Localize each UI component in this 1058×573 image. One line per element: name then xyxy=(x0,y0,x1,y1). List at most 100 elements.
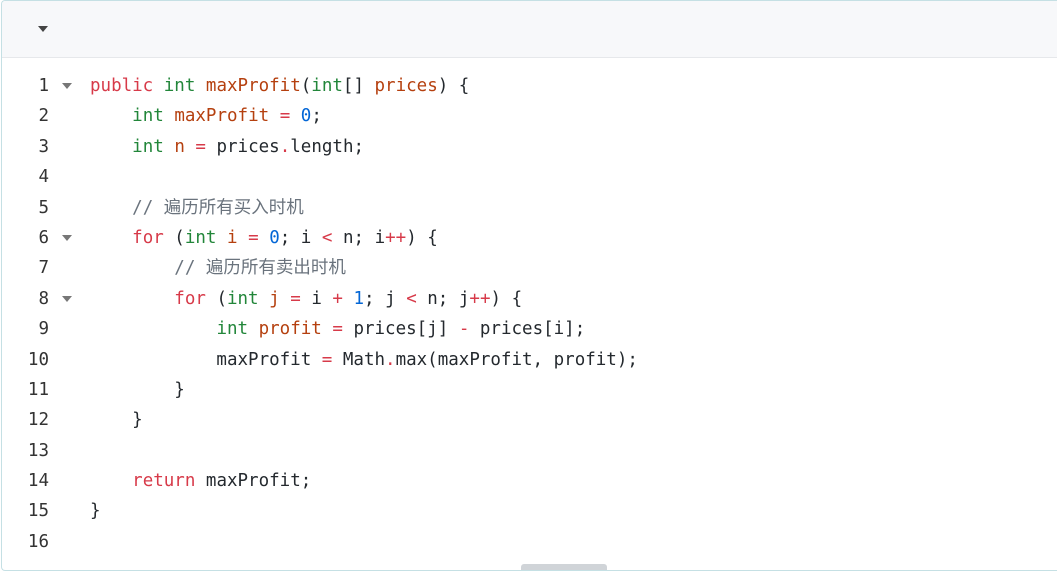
code-token: i xyxy=(227,227,238,248)
code-token: j xyxy=(269,288,280,309)
code-token: ( xyxy=(300,76,312,96)
line-number: 12 xyxy=(27,410,49,431)
code-text: for (int i = 0; i < n; i++) { xyxy=(90,223,438,253)
code-token: ; j xyxy=(364,288,407,309)
code-token: 0 xyxy=(300,106,312,127)
code-token: ; xyxy=(311,106,322,127)
horizontal-scrollbar[interactable] xyxy=(521,564,607,570)
code-line: 2 int maxProfit = 0; xyxy=(2,101,1057,131)
code-token: = xyxy=(279,106,291,127)
fold-arrow-icon[interactable] xyxy=(62,234,72,241)
code-token: int xyxy=(184,227,217,248)
code-token: i xyxy=(300,288,333,309)
code-token: int xyxy=(132,106,164,127)
code-token: prices[j] xyxy=(342,319,459,340)
code-line: 9 int profit = prices[j] - prices[i]; xyxy=(2,314,1057,344)
line-number: 10 xyxy=(27,349,49,370)
line-number: 9 xyxy=(38,319,49,340)
code-token: // 遍历所有买入时机 xyxy=(132,197,304,218)
code-token: ) { xyxy=(437,76,470,96)
code-token: - xyxy=(458,319,470,340)
code-line: 6 for (int i = 0; i < n; i++) { xyxy=(2,223,1057,253)
code-token: n; j xyxy=(416,288,470,309)
code-token: prices[i]; xyxy=(469,319,586,340)
code-editor[interactable]: 1 public int maxProfit(int[] prices) {2 i… xyxy=(2,71,1057,557)
code-line: 11 } xyxy=(2,375,1057,405)
line-number: 15 xyxy=(27,501,49,522)
code-token: + xyxy=(332,288,343,309)
line-number: 7 xyxy=(38,258,49,279)
code-token: = xyxy=(290,288,301,309)
code-token: ( xyxy=(205,288,227,309)
code-line: 5 // 遍历所有买入时机 xyxy=(2,193,1057,223)
fold-arrow-icon[interactable] xyxy=(62,295,72,302)
code-line: 15} xyxy=(2,496,1057,526)
code-token: } xyxy=(90,501,101,522)
code-token: int xyxy=(216,319,249,340)
code-token: } xyxy=(90,410,143,431)
code-token: for xyxy=(132,227,164,248)
code-token: = xyxy=(248,227,259,248)
code-token: int xyxy=(163,76,196,96)
code-token: < xyxy=(321,227,333,248)
line-number: 4 xyxy=(38,167,49,188)
line-number: 16 xyxy=(27,531,49,552)
code-token: // 遍历所有卖出时机 xyxy=(174,258,346,279)
line-number: 8 xyxy=(38,288,49,309)
code-token: n xyxy=(174,136,185,157)
code-token: return xyxy=(132,471,196,492)
code-token: = xyxy=(195,136,206,157)
code-text: // 遍历所有买入时机 xyxy=(90,193,304,223)
code-token: [] xyxy=(342,76,375,96)
code-token: maxProfit; xyxy=(195,471,312,492)
code-token: profit xyxy=(258,319,322,340)
code-token: = xyxy=(332,319,343,340)
code-token: . xyxy=(385,349,396,370)
code-line: 16 xyxy=(2,527,1057,557)
line-number: 1 xyxy=(38,76,49,96)
code-token: max(maxProfit, profit); xyxy=(395,349,638,370)
code-line: 14 return maxProfit; xyxy=(2,466,1057,496)
code-token: ++ xyxy=(385,227,407,248)
code-token: ; i xyxy=(279,227,322,248)
code-toolbar xyxy=(2,1,1057,58)
code-token: . xyxy=(279,136,291,157)
code-token: < xyxy=(406,288,417,309)
code-token: int xyxy=(132,136,164,157)
line-number: 2 xyxy=(38,106,49,127)
code-token: maxProfit xyxy=(90,349,322,370)
code-token: int xyxy=(311,76,343,96)
line-number: 11 xyxy=(27,379,49,400)
code-token: 0 xyxy=(269,227,280,248)
code-token: ( xyxy=(163,227,185,248)
code-text: } xyxy=(90,496,101,526)
code-token: maxProfit xyxy=(174,106,270,127)
code-text: return maxProfit; xyxy=(90,466,311,496)
code-line: 8 for (int j = i + 1; j < n; j++) { xyxy=(2,284,1057,314)
code-token: ) { xyxy=(406,227,438,248)
code-panel: 1 public int maxProfit(int[] prices) {2 i… xyxy=(1,0,1057,571)
fold-arrow-icon[interactable] xyxy=(62,83,72,89)
collapse-toggle-icon[interactable] xyxy=(34,21,52,37)
code-line: 10 maxProfit = Math.max(maxProfit, profi… xyxy=(2,345,1057,375)
code-token: = xyxy=(321,349,333,370)
code-token: length; xyxy=(290,136,365,157)
code-line: 4 xyxy=(2,162,1057,192)
code-text: } xyxy=(90,375,185,405)
code-text: int profit = prices[j] - prices[i]; xyxy=(90,314,585,344)
